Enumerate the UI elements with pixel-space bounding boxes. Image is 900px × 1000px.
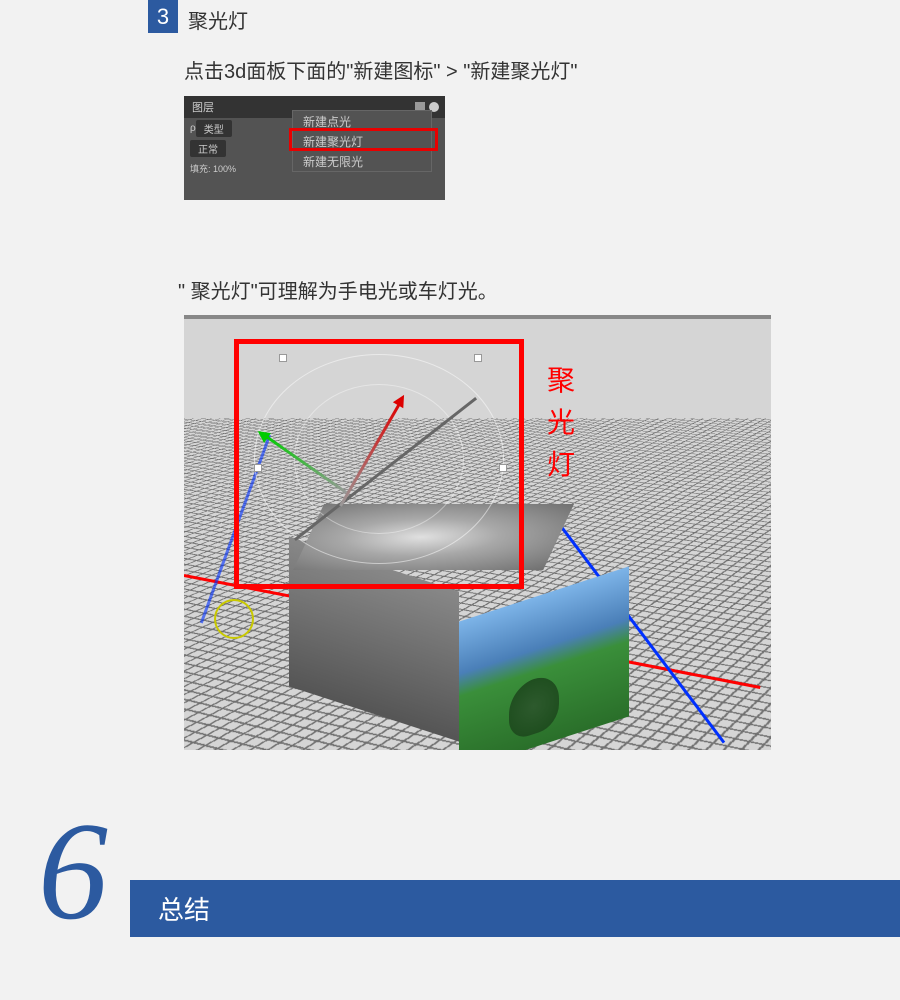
menu-item-point-light[interactable]: 新建点光 <box>293 111 431 131</box>
explanation-text: " 聚光灯"可理解为手电光或车灯光。 <box>178 275 498 304</box>
menu-item-spotlight[interactable]: 新建聚光灯 <box>293 131 431 151</box>
cone-handle <box>499 464 507 472</box>
cone-handle <box>279 354 287 362</box>
spotlight-vertical-label: 聚 光 灯 <box>547 361 575 487</box>
section-number: 6 <box>38 802 108 942</box>
label-char: 光 <box>547 403 575 445</box>
layers-tab-label: 图层 <box>192 99 214 115</box>
spotlight-inner-circle <box>294 384 464 534</box>
section-title-text: 总结 <box>158 890 210 927</box>
step-number-badge: 3 <box>148 0 178 33</box>
label-char: 聚 <box>547 361 575 403</box>
cone-handle <box>254 464 262 472</box>
instruction-text: 点击3d面板下面的"新建图标" > "新建聚光灯" <box>184 55 577 84</box>
label-char: 灯 <box>547 445 575 487</box>
new-light-menu: 新建点光 新建聚光灯 新建无限光 <box>292 110 432 172</box>
blend-mode-dropdown: 正常 <box>190 140 226 157</box>
step-title: 聚光灯 <box>188 5 248 34</box>
section-title-bar: 总结 <box>130 880 900 937</box>
secondary-view-gizmo <box>214 599 254 639</box>
menu-item-infinite-light[interactable]: 新建无限光 <box>293 151 431 171</box>
type-dropdown: 类型 <box>196 120 232 137</box>
3d-viewport-screenshot: 聚 光 灯 <box>184 315 771 750</box>
cone-handle <box>474 354 482 362</box>
search-icon: ρ <box>190 123 196 134</box>
